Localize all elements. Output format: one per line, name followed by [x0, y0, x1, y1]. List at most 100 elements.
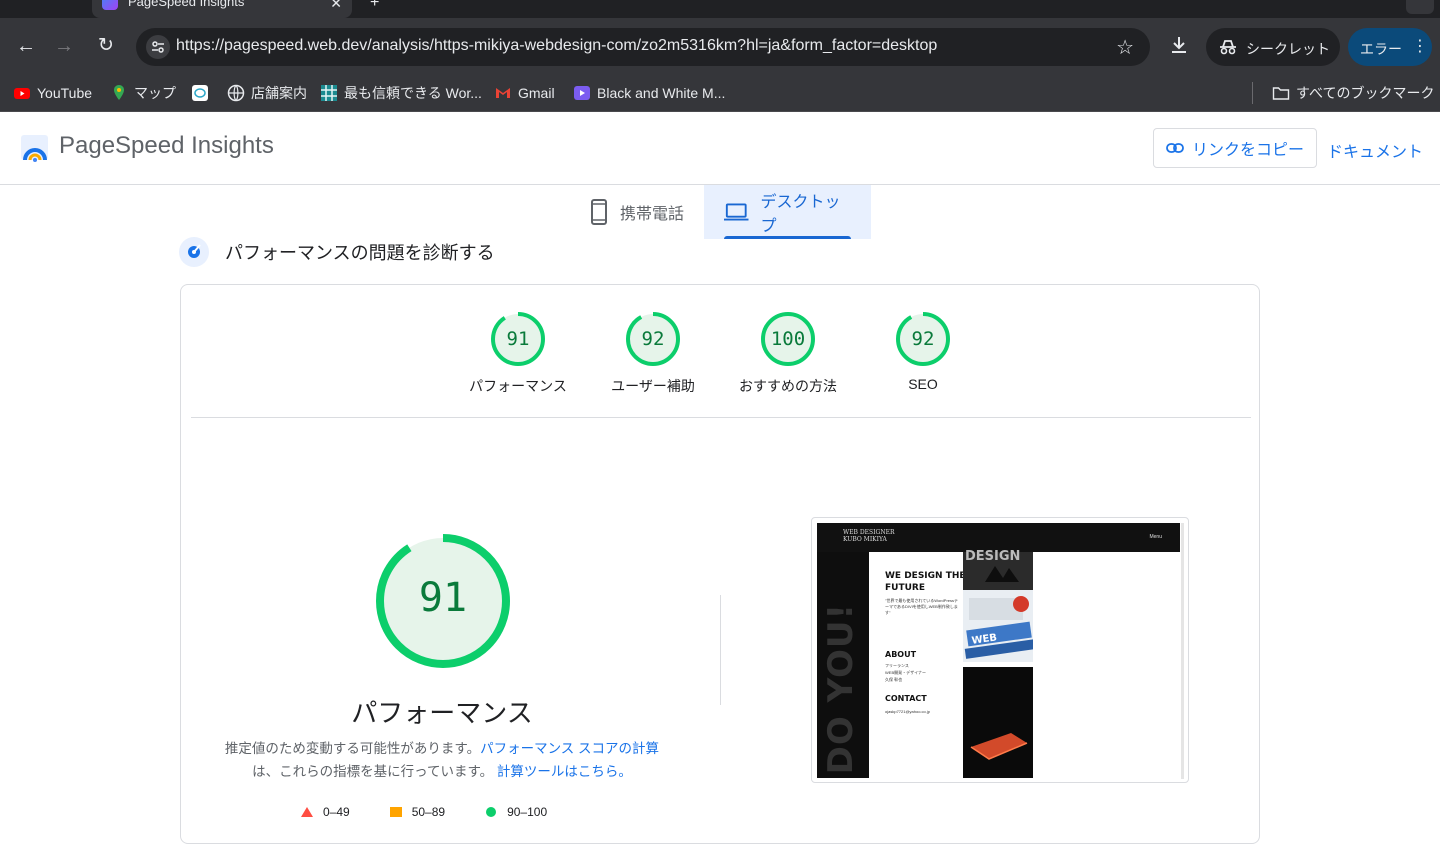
preview-image-laptop: [963, 667, 1033, 778]
bookmark-site[interactable]: [191, 83, 209, 103]
gauge-label: SEO: [908, 376, 938, 392]
preview-side-text: DO YOU!: [821, 602, 861, 774]
preview-scrollbar: [1181, 523, 1184, 779]
bookmark-label: YouTube: [37, 85, 93, 101]
incognito-label: シークレット: [1246, 41, 1330, 57]
tab-desktop[interactable]: デスクトップ: [704, 185, 871, 239]
incognito-button[interactable]: シークレット: [1206, 28, 1340, 66]
gauge-label: おすすめの方法: [739, 378, 837, 394]
gauge-best-practices[interactable]: 100 おすすめの方法: [718, 311, 858, 396]
bookmark-wordpress[interactable]: 最も信頼できる Wor...: [320, 83, 482, 103]
psi-header: PageSpeed Insights リンクをコピー ドキュメント: [0, 112, 1440, 185]
bookmarks-separator: [1252, 82, 1253, 104]
forward-icon[interactable]: →: [52, 34, 76, 58]
performance-score: 91: [418, 575, 468, 621]
tab-desktop-label: デスクトップ: [760, 194, 841, 235]
bookmark-store[interactable]: 店舗案内: [227, 83, 307, 103]
preview-contact: CONTACT: [885, 694, 927, 703]
reload-icon[interactable]: ↻: [94, 34, 118, 58]
square-icon: [389, 807, 402, 817]
gmail-icon: [496, 88, 510, 98]
calculator-link[interactable]: 計算ツールはこちら。: [497, 764, 632, 779]
bookmark-label: 最も信頼できる Wor...: [344, 85, 482, 101]
error-label: エラー: [1360, 41, 1402, 57]
legend-fail: 0–49: [301, 805, 350, 819]
gauge-accessibility[interactable]: 92 ユーザー補助: [583, 311, 723, 396]
new-tab-icon[interactable]: +: [370, 0, 379, 12]
category-gauges: 91 パフォーマンス 92 ユーザー補助 100 おすすめの方法 92 SEO: [181, 311, 1261, 401]
bookmark-video[interactable]: Black and White M...: [573, 83, 725, 103]
performance-title: パフォーマンス: [351, 698, 533, 728]
preview-brand: WEB DESIGNER KUBO MIKIYA: [843, 529, 895, 543]
gauge-score: 91: [506, 328, 530, 350]
score-calculation-link[interactable]: パフォーマンス スコアの計算: [480, 741, 659, 756]
brand-name[interactable]: PageSpeed Insights: [59, 132, 274, 160]
bookmark-gmail[interactable]: Gmail: [494, 83, 555, 103]
gauge-score: 92: [641, 328, 665, 350]
bookmark-label: Gmail: [518, 85, 555, 101]
preview-about-lines: フリーランス WEB開発・デザイナー 久保 幹也: [885, 663, 927, 682]
all-bookmarks-button[interactable]: すべてのブックマーク: [1272, 83, 1434, 103]
gauge-score: 92: [911, 328, 935, 350]
preview-heading: WE DESIGN THE FUTURE: [885, 571, 966, 593]
pagespeed-favicon-icon: [102, 0, 118, 10]
preview-menu: Menu: [1149, 534, 1162, 540]
copy-link-label: リンクをコピー: [1191, 142, 1304, 159]
performance-note: 推定値のため変動する可能性があります。パフォーマンス スコアの計算 は、これらの…: [201, 737, 683, 783]
preview-body: WE DESIGN THE FUTURE "世界で最も使用されているWordPre…: [869, 549, 1180, 778]
folder-icon: [1272, 87, 1290, 100]
legend-range: 50–89: [411, 805, 446, 819]
gauge-score: 100: [770, 328, 806, 350]
tab-strip: PageSpeed Insights ✕ +: [0, 0, 1440, 18]
bookmark-youtube[interactable]: YouTube: [13, 83, 92, 103]
download-icon[interactable]: [1168, 34, 1190, 61]
tab-title: PageSpeed Insights: [128, 0, 245, 9]
address-bar[interactable]: https://pagespeed.web.dev/analysis/https…: [136, 28, 1150, 66]
svg-text:WEB: WEB: [971, 632, 998, 646]
url-text[interactable]: https://pagespeed.web.dev/analysis/https…: [176, 37, 937, 55]
score-legend: 0–49 50–89 90–100: [301, 805, 547, 819]
youtube-icon: [14, 88, 30, 99]
preview-image-keys: DESIGN: [963, 549, 1033, 590]
divider: [191, 417, 1251, 418]
tab-search-button[interactable]: [1406, 0, 1434, 14]
maps-icon: [114, 85, 124, 100]
legend-average: 50–89: [389, 805, 446, 819]
legend-range: 0–49: [323, 805, 350, 819]
profile-error-button[interactable]: エラー ⋮: [1348, 28, 1432, 66]
circle-icon: [486, 807, 497, 817]
preview-email: ojaskp7721@yahoo.co.jp: [885, 709, 930, 714]
gauge-label: ユーザー補助: [611, 378, 695, 394]
browser-tab[interactable]: PageSpeed Insights ✕: [92, 0, 352, 18]
preview-image-web-development: WEB: [963, 590, 1036, 662]
gauge-performance[interactable]: 91 パフォーマンス: [448, 311, 588, 396]
diagnose-target-icon: [179, 237, 209, 267]
note-text: は、これらの指標を基に行っています。: [252, 764, 494, 779]
mobile-phone-icon: [591, 199, 607, 225]
bookmark-maps[interactable]: マップ: [110, 83, 176, 103]
browser-toolbar: ← → ↻ https://pagespeed.web.dev/analysis…: [0, 18, 1440, 74]
gauge-seo[interactable]: 92 SEO: [853, 311, 993, 392]
copy-link-button[interactable]: リンクをコピー: [1153, 128, 1317, 168]
pagespeed-logo-icon[interactable]: [20, 133, 50, 163]
grid-icon: [321, 85, 337, 101]
video-icon: [574, 86, 590, 100]
preview-about: ABOUT: [885, 650, 917, 659]
laptop-icon: [724, 203, 749, 221]
globe-icon: [227, 84, 245, 102]
link-icon: [1166, 143, 1184, 153]
preview-tagline: "世界で最も使用されているWordPressテーマであるDIVIを使用しWEB制…: [885, 598, 959, 615]
preview-topbar: WEB DESIGNER KUBO MIKIYA Menu: [817, 523, 1180, 552]
docs-link[interactable]: ドキュメント: [1327, 138, 1423, 162]
close-tab-icon[interactable]: ✕: [330, 0, 342, 12]
menu-kebab-icon[interactable]: ⋮: [1412, 36, 1428, 56]
tab-mobile[interactable]: 携帯電話: [570, 185, 704, 239]
bookmark-star-icon[interactable]: ☆: [1116, 35, 1134, 60]
diagnose-title: パフォーマンスの問題を診断する: [225, 243, 495, 263]
incognito-icon: [1220, 40, 1236, 55]
back-icon[interactable]: ←: [14, 34, 38, 58]
bookmark-label: Black and White M...: [597, 85, 726, 101]
tab-mobile-label: 携帯電話: [620, 206, 685, 223]
site-icon: [192, 85, 208, 101]
site-info-icon[interactable]: [146, 35, 170, 59]
